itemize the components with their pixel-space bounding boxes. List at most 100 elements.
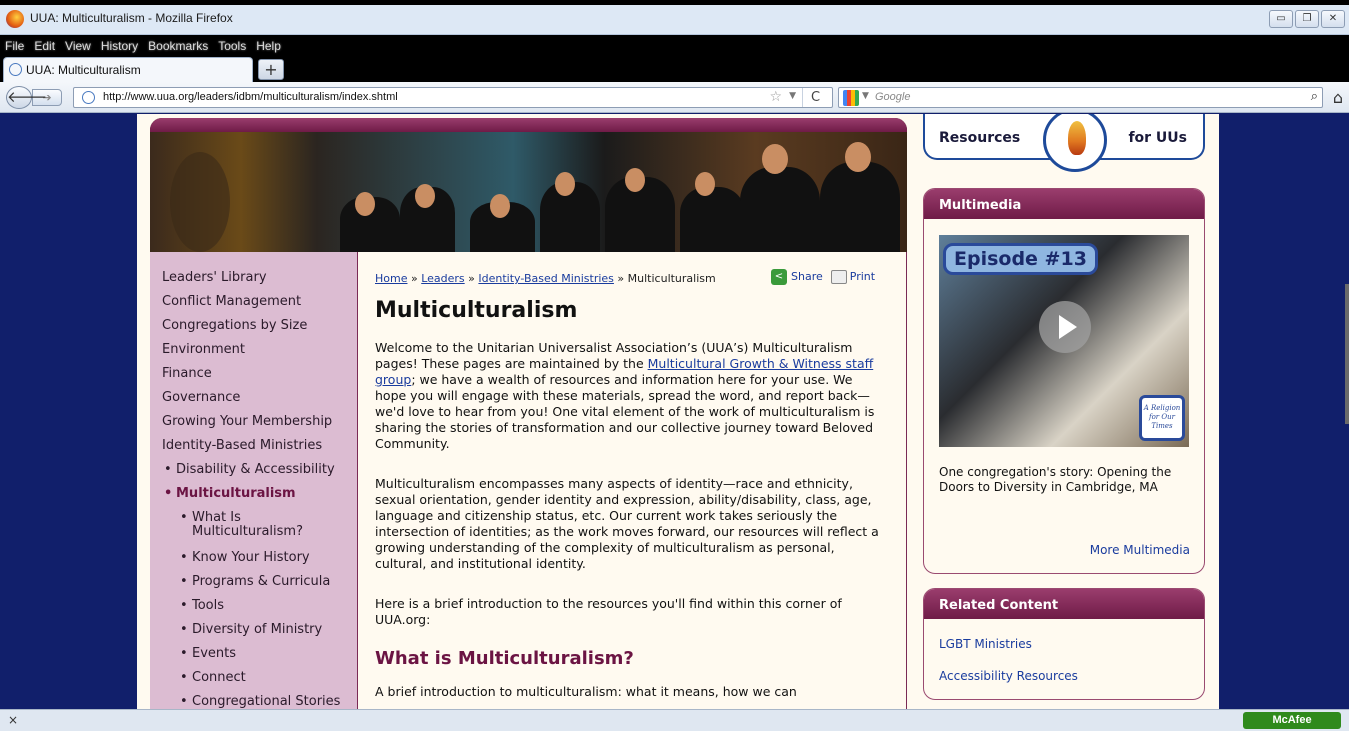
resources-for-uus-banner[interactable]: Resources for UUs [923,114,1205,172]
nav-leaders-library[interactable]: Leaders' Library [150,266,357,290]
nav-label: Tools [192,598,225,613]
page-scrollbar[interactable] [1345,284,1349,424]
reload-button[interactable]: C [802,88,828,107]
menu-file[interactable]: File [0,37,29,53]
flaming-chalice-icon [1043,114,1107,172]
identity-paragraph: Multiculturalism encompasses many aspect… [375,476,879,571]
nav-events[interactable]: • Events [150,642,357,666]
nav-multiculturalism[interactable]: • Multiculturalism [150,482,357,506]
history-dropdown-icon[interactable]: ▼ [789,91,796,101]
nav-label: Programs & Curricula [192,574,331,589]
nav-tools[interactable]: • Tools [150,594,357,618]
back-forward-group: ➔ 🡐 [6,86,68,109]
address-bar[interactable]: http://www.uua.org/leaders/idbm/multicul… [73,87,833,108]
nav-growing-your-membership[interactable]: Growing Your Membership [150,410,357,434]
nav-label: Disability & Accessibility [176,462,335,477]
play-icon[interactable] [1039,301,1091,353]
window-titlebar: UUA: Multiculturalism - Mozilla Firefox … [0,5,1349,35]
menu-history[interactable]: History [96,37,143,53]
close-status-button[interactable]: × [8,713,18,727]
restore-button[interactable]: ❐ [1295,10,1319,28]
menu-help[interactable]: Help [251,37,286,53]
more-multimedia-link[interactable]: More Multimedia [1090,543,1190,557]
breadcrumb-separator: » [468,272,475,285]
window-controls: ▭ ❐ ✕ [1269,10,1345,28]
bullet-icon: • [180,646,188,661]
status-bar: × McAfee [0,709,1349,731]
breadcrumb-leaders[interactable]: Leaders [421,272,464,285]
nav-know-your-history[interactable]: • Know Your History [150,546,357,570]
nav-label: Congregational Stories [192,694,341,709]
menu-edit[interactable]: Edit [29,37,60,53]
minimize-button[interactable]: ▭ [1269,10,1293,28]
back-button[interactable]: 🡐 [6,86,47,109]
bullet-icon: • [180,550,188,565]
nav-connect[interactable]: • Connect [150,666,357,690]
nav-finance[interactable]: Finance [150,362,357,386]
site-identity-icon[interactable] [82,91,95,104]
bullet-icon: • [180,694,188,709]
close-window-button[interactable]: ✕ [1321,10,1345,28]
nav-conflict-management[interactable]: Conflict Management [150,290,357,314]
nav-label: Events [192,646,237,661]
nav-environment[interactable]: Environment [150,338,357,362]
nav-governance[interactable]: Governance [150,386,357,410]
nav-identity-based-ministries[interactable]: Identity-Based Ministries [150,434,357,458]
video-thumbnail[interactable]: Episode #13 A Religion for Our Times [939,235,1189,447]
url-text[interactable]: http://www.uua.org/leaders/idbm/multicul… [103,91,398,103]
menu-bar: File Edit View History Bookmarks Tools Help [0,35,1349,55]
search-engine-dropdown-icon[interactable]: ▼ [862,91,869,101]
breadcrumb: Home » Leaders » Identity-Based Ministri… [375,272,716,285]
left-navigation: Leaders' Library Conflict Management Con… [150,252,358,709]
globe-icon [9,63,22,76]
bullet-icon: • [164,462,172,477]
multimedia-box: Multimedia Episode #13 A Religion for Ou… [923,188,1205,574]
nav-diversity-of-ministry[interactable]: • Diversity of Ministry [150,618,357,642]
tab-bar: UUA: Multiculturalism + [0,55,1349,82]
intro-text-continued: ; we have a wealth of resources and info… [375,372,875,451]
nav-congregational-stories[interactable]: • Congregational Stories [150,690,357,709]
nav-label: Connect [192,670,246,685]
breadcrumb-identity-based-ministries[interactable]: Identity-Based Ministries [478,272,614,285]
multimedia-heading: Multimedia [924,189,1204,219]
bullet-icon: • [180,598,188,613]
episode-label: Episode #13 [943,243,1098,275]
nav-what-is-multiculturalism[interactable]: • What Is Multiculturalism? [150,506,357,546]
search-bar[interactable]: ▼ Google ⌕ [838,87,1323,108]
page-column: Leaders' Library Conflict Management Con… [137,114,1219,709]
bullet-icon: • [180,574,188,589]
bookmark-star-icon[interactable]: ☆ [769,89,782,105]
share-icon[interactable]: < [771,269,787,285]
share-link[interactable]: Share [791,270,823,283]
menu-bookmarks[interactable]: Bookmarks [143,37,213,53]
page-viewport: Leaders' Library Conflict Management Con… [0,114,1349,709]
bullet-icon: • [180,670,188,685]
menu-view[interactable]: View [60,37,96,53]
tab-multiculturalism[interactable]: UUA: Multiculturalism [3,57,253,82]
tab-label: UUA: Multiculturalism [26,63,141,77]
new-tab-button[interactable]: + [258,59,284,80]
print-link[interactable]: Print [850,270,875,283]
for-uus-label: for UUs [1128,130,1187,146]
header-banner-photo [150,118,907,252]
mcafee-addon-button[interactable]: McAfee [1243,712,1341,729]
breadcrumb-home[interactable]: Home [375,272,407,285]
nav-programs-curricula[interactable]: • Programs & Curricula [150,570,357,594]
related-link-accessibility-resources[interactable]: Accessibility Resources [939,669,1078,683]
nav-congregations-by-size[interactable]: Congregations by Size [150,314,357,338]
printer-icon[interactable] [830,270,847,284]
bullet-icon: • [164,486,173,501]
magnifier-icon[interactable]: ⌕ [1311,89,1318,104]
breadcrumb-separator: » [410,272,418,285]
search-engine-icon[interactable] [843,90,859,106]
home-button[interactable]: ⌂ [1328,88,1348,108]
nav-disability-accessibility[interactable]: • Disability & Accessibility [150,458,357,482]
page-title: Multiculturalism [375,298,578,323]
search-input[interactable]: Google [875,91,910,103]
navigation-toolbar: ➔ 🡐 http://www.uua.org/leaders/idbm/mult… [0,82,1349,113]
intro-paragraph: Welcome to the Unitarian Universalist As… [375,340,885,452]
related-content-heading: Related Content [924,589,1204,619]
related-link-lgbt-ministries[interactable]: LGBT Ministries [939,637,1032,651]
menu-tools[interactable]: Tools [213,37,251,53]
choir-photo [150,132,907,252]
